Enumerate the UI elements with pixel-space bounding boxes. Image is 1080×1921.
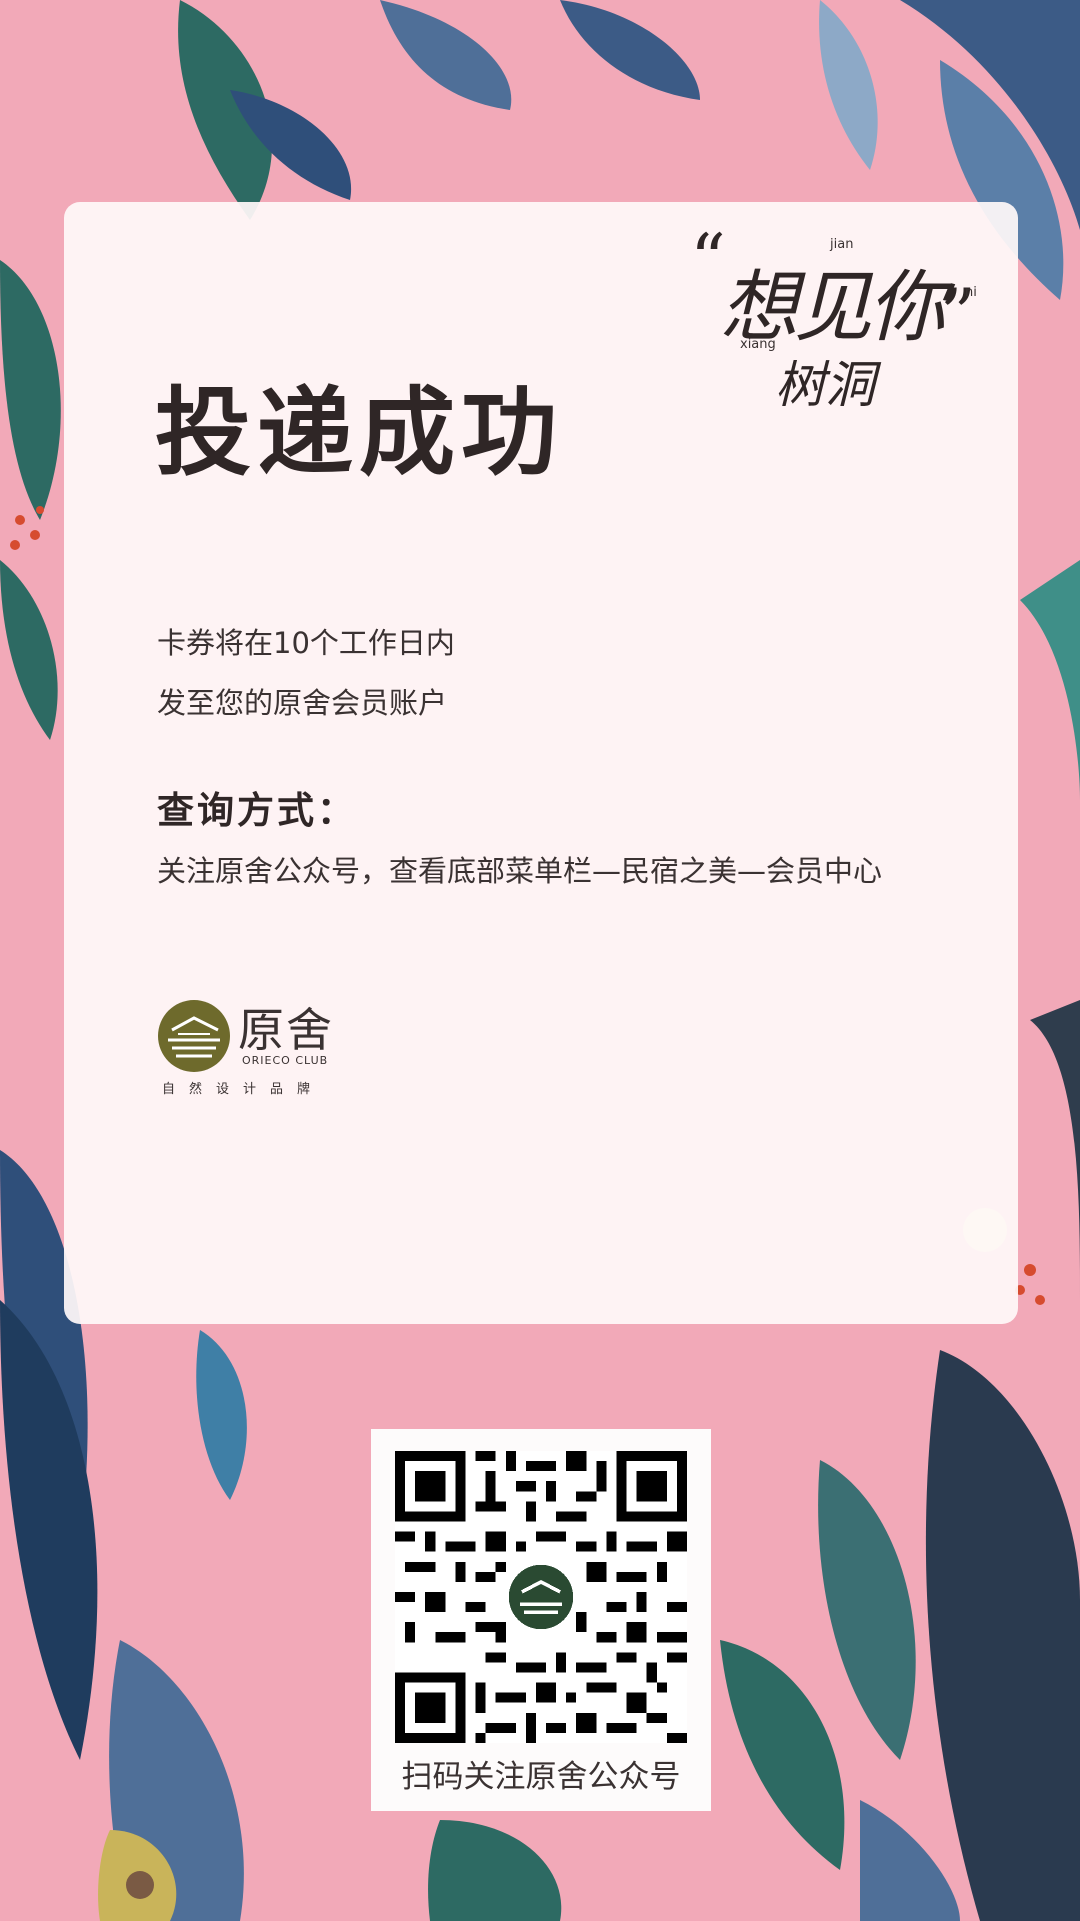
logo-tagline: 自然设计品牌: [162, 1082, 325, 1097]
campaign-subtitle: 树洞: [775, 356, 875, 414]
qr-code-panel: 扫码关注原舍公众号: [371, 1429, 711, 1811]
brand-logo: 原舍 ORIECO CLUB 自然设计品牌: [158, 1000, 338, 1100]
qr-code-image[interactable]: [395, 1451, 687, 1743]
logo-name-cn: 原舍: [238, 1003, 334, 1057]
info-line-2: 发至您的原舍会员账户: [157, 686, 448, 720]
pinyin-ni: ni: [965, 285, 977, 300]
pinyin-jian: jian: [830, 237, 854, 252]
query-method-label: 查询方式：: [157, 789, 357, 832]
query-method-text: 关注原舍公众号，查看底部菜单栏—民宿之美—会员中心: [157, 854, 883, 888]
qr-caption: 扫码关注原舍公众号: [401, 1759, 681, 1795]
page-title: 投递成功: [155, 377, 563, 489]
logo-emblem-icon: [158, 1000, 230, 1072]
pinyin-xiang: xiang: [740, 337, 776, 352]
info-line-1: 卡券将在10个工作日内: [157, 626, 455, 660]
campaign-logo: “ 想见你 ” 树洞 jian xiang ni: [690, 225, 990, 415]
logo-name-en: ORIECO CLUB: [242, 1054, 329, 1067]
